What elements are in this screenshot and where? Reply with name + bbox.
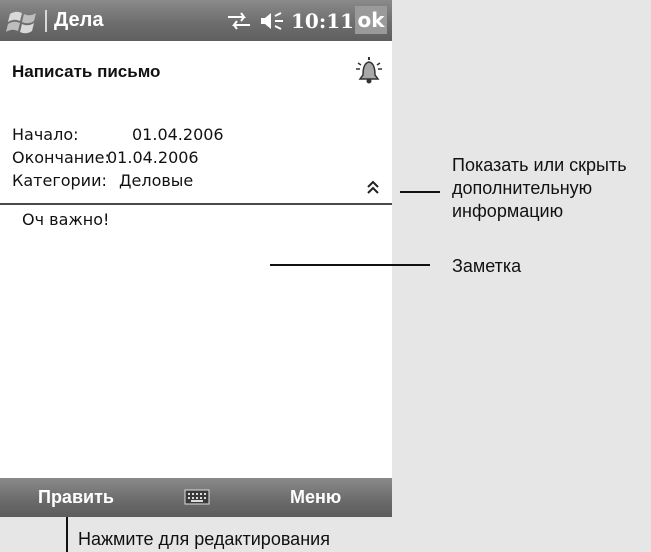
title-bar: Дела 10:11 ok — [0, 0, 392, 41]
callout-toggle-info: Показать или скрыть дополнительную инфор… — [452, 155, 627, 221]
speaker-icon[interactable] — [259, 10, 285, 32]
details-divider — [0, 203, 392, 205]
menu-button[interactable]: Меню — [290, 487, 341, 508]
connection-arrows-icon[interactable] — [226, 11, 252, 31]
collapse-details-button[interactable] — [363, 178, 383, 198]
callout-note: Заметка — [452, 256, 522, 276]
start-date-field[interactable]: Начало: 01.04.2006 — [12, 125, 224, 144]
menu-bar: Править Меню — [0, 478, 392, 517]
bell-icon — [356, 57, 382, 84]
field-value: 01.04.2006 — [132, 125, 224, 144]
edit-button[interactable]: Править — [38, 487, 114, 508]
callout-line-toggle — [400, 191, 440, 193]
windows-flag-icon[interactable] — [6, 6, 42, 36]
note-text[interactable]: Оч важно! — [22, 210, 109, 229]
end-date-field[interactable]: Окончание: 01.04.2006 — [12, 148, 199, 167]
field-value: 01.04.2006 — [107, 148, 199, 167]
field-label: Категории: — [12, 171, 107, 190]
callout-edit: Нажмите для редактирования — [78, 529, 330, 549]
pocket-pc-screen: Дела 10:11 ok Написать письмо Начало: 01… — [0, 0, 392, 517]
field-value: Деловые — [119, 171, 194, 190]
callout-line-note — [270, 264, 430, 266]
title-separator — [45, 10, 47, 32]
categories-field[interactable]: Категории: Деловые — [12, 171, 193, 190]
app-title: Дела — [54, 9, 104, 31]
field-label: Начало: — [12, 125, 79, 144]
field-label: Окончание: — [12, 148, 110, 167]
ok-button[interactable]: ok — [355, 6, 387, 34]
clock[interactable]: 10:11 — [291, 9, 354, 33]
task-subject[interactable]: Написать письмо — [12, 62, 160, 82]
callout-line-edit — [66, 517, 68, 552]
keyboard-icon[interactable] — [184, 487, 210, 507]
